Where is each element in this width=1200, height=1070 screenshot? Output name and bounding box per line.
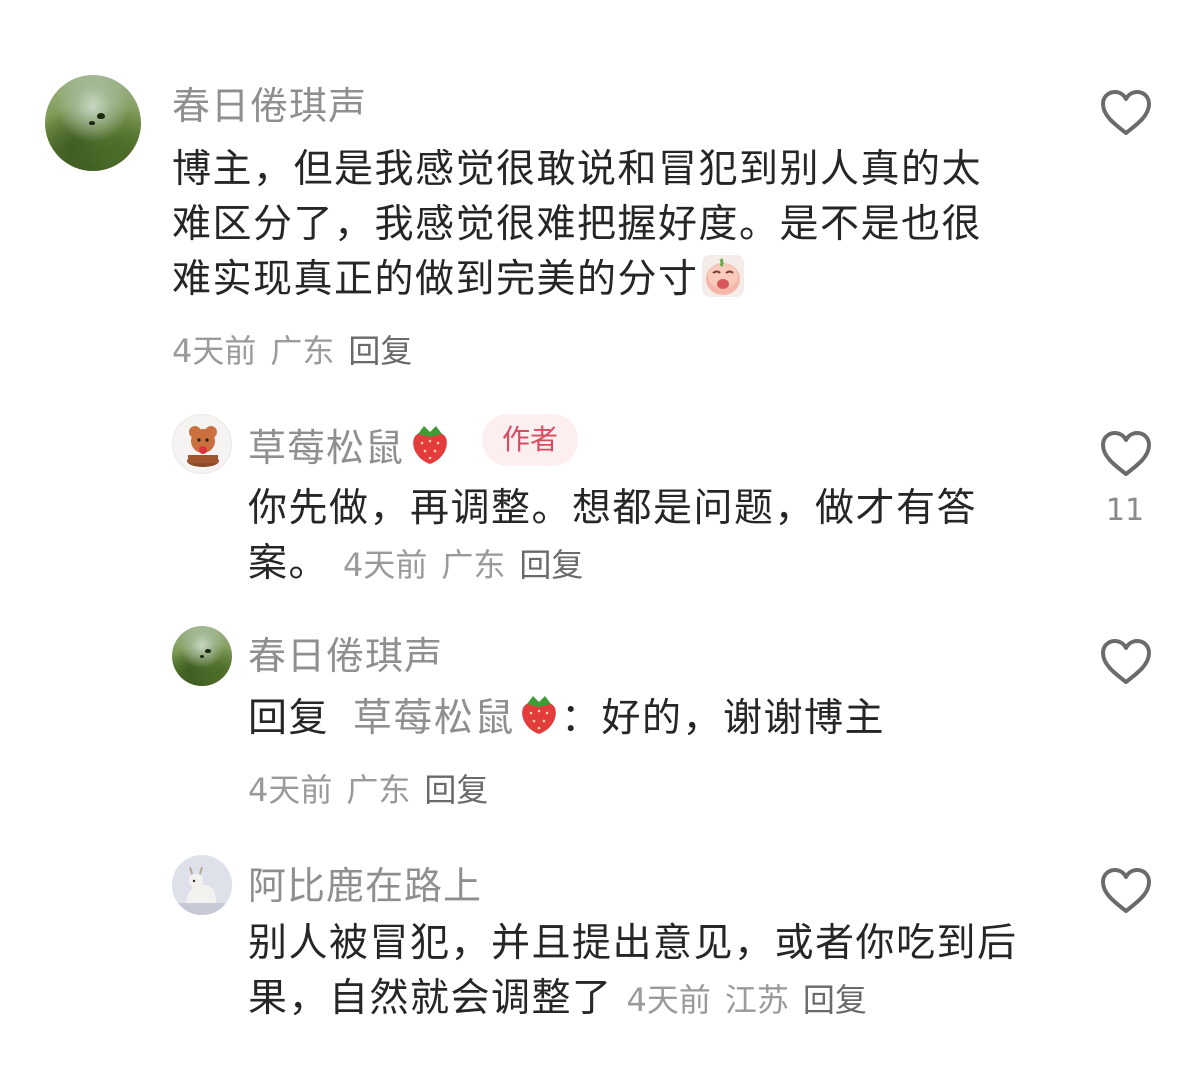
reply-button[interactable]: 回复 [348, 332, 412, 370]
comment-text[interactable]: 你先做，再调整。想都是问题，做才有答案。 4天前 广东 回复 [248, 481, 1028, 593]
strawberry-icon [408, 421, 452, 467]
heart-outline-icon [1101, 90, 1151, 135]
comment-location: 广东 [270, 332, 335, 370]
comment-meta: 4天前 广东 回复 [172, 326, 426, 372]
strawberry-icon [517, 691, 561, 737]
comment-username[interactable]: 春日倦琪声 [248, 625, 443, 680]
comment-time: 4天前 [248, 771, 333, 809]
avatar[interactable] [172, 414, 232, 474]
author-badge: 作者 [482, 414, 579, 466]
like-count: 11 [1105, 493, 1145, 528]
comment-text[interactable]: 别人被冒犯，并且提出意见，或者你吃到后果，自然就会调整了 4天前 江苏 回复 [248, 916, 1018, 1028]
reply-button[interactable]: 回复 [424, 771, 488, 809]
comment-body: ：好的，谢谢博主 [560, 696, 885, 741]
heart-outline-icon [1101, 639, 1151, 684]
like-button[interactable] [1098, 866, 1154, 916]
comment-time: 4天前 [343, 546, 428, 584]
comment-body: 博主，但是我感觉很敢说和冒犯到别人真的太难区分了，我感觉很难把握好度。是不是也很… [172, 147, 983, 302]
crying-peach-sticker-icon [701, 254, 745, 298]
reply-button[interactable]: 回复 [803, 981, 867, 1019]
like-button[interactable] [1098, 637, 1154, 687]
comment-time: 4天前 [626, 981, 711, 1019]
comment-meta: 4天前 广东 回复 [248, 765, 502, 811]
reply-button[interactable]: 回复 [519, 546, 583, 584]
like-button[interactable] [1098, 88, 1154, 138]
reply-target-username[interactable]: 草莓松鼠 [353, 696, 561, 741]
like-button[interactable] [1098, 429, 1154, 479]
comment-text[interactable]: 博主，但是我感觉很敢说和冒犯到别人真的太难区分了，我感觉很难把握好度。是不是也很… [172, 142, 1022, 307]
heart-outline-icon [1101, 431, 1151, 476]
comment-location: 江苏 [724, 981, 789, 1019]
comment-time: 4天前 [172, 332, 257, 370]
comment-username[interactable]: 阿比鹿在路上 [248, 855, 482, 910]
avatar[interactable] [172, 626, 232, 686]
comment-meta: 4天前 江苏 回复 [627, 981, 881, 1019]
avatar[interactable] [172, 855, 232, 915]
avatar[interactable] [45, 75, 141, 171]
comment-location: 广东 [346, 771, 411, 809]
comment-username[interactable]: 草莓松鼠 [248, 417, 452, 472]
comment-location: 广东 [441, 546, 506, 584]
comment-text[interactable]: 回复 草莓松鼠 ：好的，谢谢博主 [248, 691, 1028, 746]
comment-username[interactable]: 春日倦琪声 [172, 75, 367, 130]
heart-outline-icon [1101, 868, 1151, 913]
reply-prefix: 回复 [248, 696, 330, 741]
comment-meta: 4天前 广东 回复 [343, 546, 597, 584]
